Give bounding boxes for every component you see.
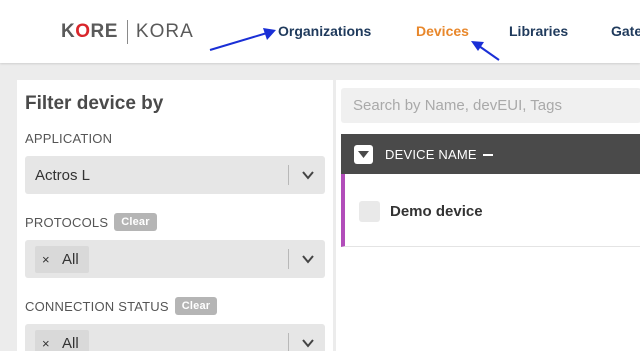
tag-remove-icon[interactable]: × — [42, 336, 50, 351]
connection-status-clear-button[interactable]: Clear — [174, 297, 218, 315]
search-placeholder: Search by Name, devEUI, Tags — [353, 97, 562, 114]
chevron-down-icon[interactable] — [301, 336, 315, 350]
tag-remove-icon[interactable]: × — [42, 252, 50, 267]
connection-status-tag: × All — [35, 330, 89, 351]
application-value: Actros L — [35, 167, 91, 184]
sort-icon[interactable] — [483, 154, 493, 156]
select-separator — [288, 333, 289, 351]
search-input[interactable]: Search by Name, devEUI, Tags — [341, 88, 640, 123]
chevron-down-icon[interactable] — [301, 252, 315, 266]
application-label: APPLICATION — [25, 131, 113, 146]
filter-panel: Filter device by APPLICATION Actros L PR… — [17, 80, 333, 351]
logo-separator — [126, 20, 128, 44]
top-navigation-bar: KORE KORA Organizations Devices Librarie… — [0, 0, 640, 63]
tag-label: All — [62, 251, 79, 268]
select-separator — [288, 165, 289, 185]
tag-label: All — [62, 335, 79, 351]
table-row[interactable]: Demo device — [341, 174, 640, 247]
nav-devices[interactable]: Devices — [416, 23, 469, 39]
protocols-select[interactable]: × All — [25, 240, 325, 278]
logo-kora: KORA — [135, 21, 194, 42]
chevron-down-icon[interactable] — [301, 168, 315, 182]
device-list-panel: Search by Name, devEUI, Tags DEVICE NAME… — [336, 80, 640, 351]
protocols-tag: × All — [35, 246, 89, 273]
connection-status-select[interactable]: × All — [25, 324, 325, 351]
filter-title: Filter device by — [25, 93, 164, 114]
select-separator — [288, 249, 289, 269]
table-header: DEVICE NAME — [341, 134, 640, 174]
nav-libraries[interactable]: Libraries — [509, 23, 568, 39]
logo-kore: KORE — [61, 21, 118, 42]
caret-down-icon — [358, 151, 369, 158]
protocols-label: PROTOCOLS Clear — [25, 213, 157, 231]
device-name[interactable]: Demo device — [390, 203, 483, 220]
kore-kora-logo[interactable]: KORE KORA — [61, 19, 194, 45]
nav-gate[interactable]: Gate — [611, 23, 640, 39]
application-select[interactable]: Actros L — [25, 156, 325, 194]
column-device-name[interactable]: DEVICE NAME — [385, 147, 477, 162]
nav-organizations[interactable]: Organizations — [278, 23, 371, 39]
connection-status-label: CONNECTION STATUS Clear — [25, 297, 218, 315]
row-checkbox[interactable] — [359, 201, 380, 222]
select-all-checkbox[interactable] — [354, 145, 373, 164]
protocols-clear-button[interactable]: Clear — [114, 213, 157, 231]
